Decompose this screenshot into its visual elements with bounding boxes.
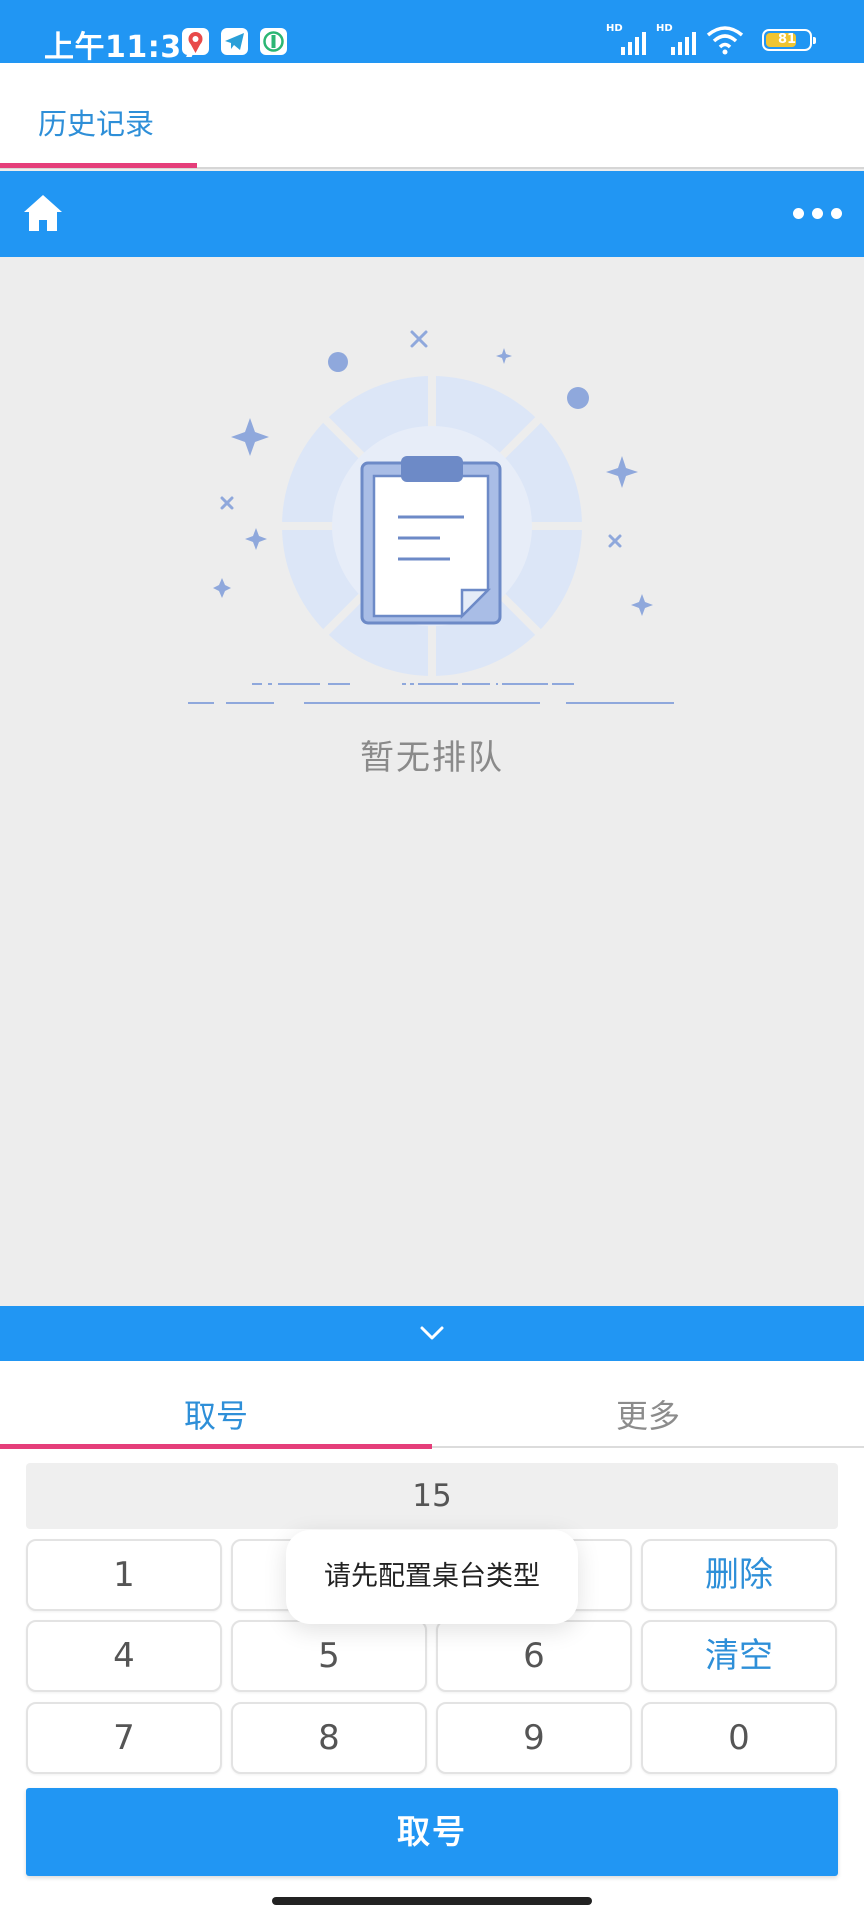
chevron-down-icon[interactable] bbox=[418, 1320, 446, 1346]
tab-history[interactable]: 历史记录 bbox=[38, 101, 154, 143]
collapse-bar[interactable] bbox=[0, 1306, 864, 1361]
key-1[interactable]: 1 bbox=[26, 1539, 222, 1611]
key-5[interactable]: 5 bbox=[231, 1620, 427, 1692]
app-green-icon bbox=[260, 28, 287, 55]
empty-queue-illustration bbox=[188, 330, 674, 704]
tab-active-indicator bbox=[0, 1444, 432, 1449]
wifi-icon bbox=[706, 26, 744, 55]
clear-button[interactable]: 清空 bbox=[641, 1620, 837, 1692]
status-indicators: HD HD 81 bbox=[606, 23, 816, 56]
top-tab-bar: 历史记录 bbox=[0, 63, 864, 169]
signal-icon: HD bbox=[606, 23, 646, 55]
telegram-app-icon bbox=[221, 28, 248, 55]
key-6[interactable]: 6 bbox=[436, 1620, 632, 1692]
empty-state-text: 暂无排队 bbox=[360, 738, 504, 778]
home-icon[interactable] bbox=[22, 193, 64, 233]
key-0[interactable]: 0 bbox=[641, 1702, 837, 1774]
key-9[interactable]: 9 bbox=[436, 1702, 632, 1774]
battery-icon: 81 bbox=[762, 29, 816, 51]
nav-header bbox=[0, 171, 864, 257]
status-time: 上午11:37 bbox=[44, 30, 203, 65]
tab-active-indicator bbox=[0, 163, 197, 168]
key-7[interactable]: 7 bbox=[26, 1702, 222, 1774]
map-app-icon bbox=[182, 28, 209, 55]
battery-level: 81 bbox=[777, 32, 797, 47]
delete-button[interactable]: 删除 bbox=[641, 1539, 837, 1611]
key-8[interactable]: 8 bbox=[231, 1702, 427, 1774]
key-4[interactable]: 4 bbox=[26, 1620, 222, 1692]
home-indicator[interactable] bbox=[272, 1897, 592, 1905]
tab-more[interactable]: 更多 bbox=[432, 1391, 864, 1437]
more-menu-icon[interactable] bbox=[793, 208, 842, 219]
take-number-button[interactable]: 取号 bbox=[26, 1788, 838, 1876]
signal-icon: HD bbox=[656, 23, 696, 55]
toast-message: 请先配置桌台类型 bbox=[286, 1530, 578, 1624]
status-bar: 上午11:37 HD HD 81 bbox=[0, 0, 864, 65]
tab-take-number[interactable]: 取号 bbox=[0, 1391, 432, 1437]
number-display: 15 bbox=[26, 1463, 838, 1529]
